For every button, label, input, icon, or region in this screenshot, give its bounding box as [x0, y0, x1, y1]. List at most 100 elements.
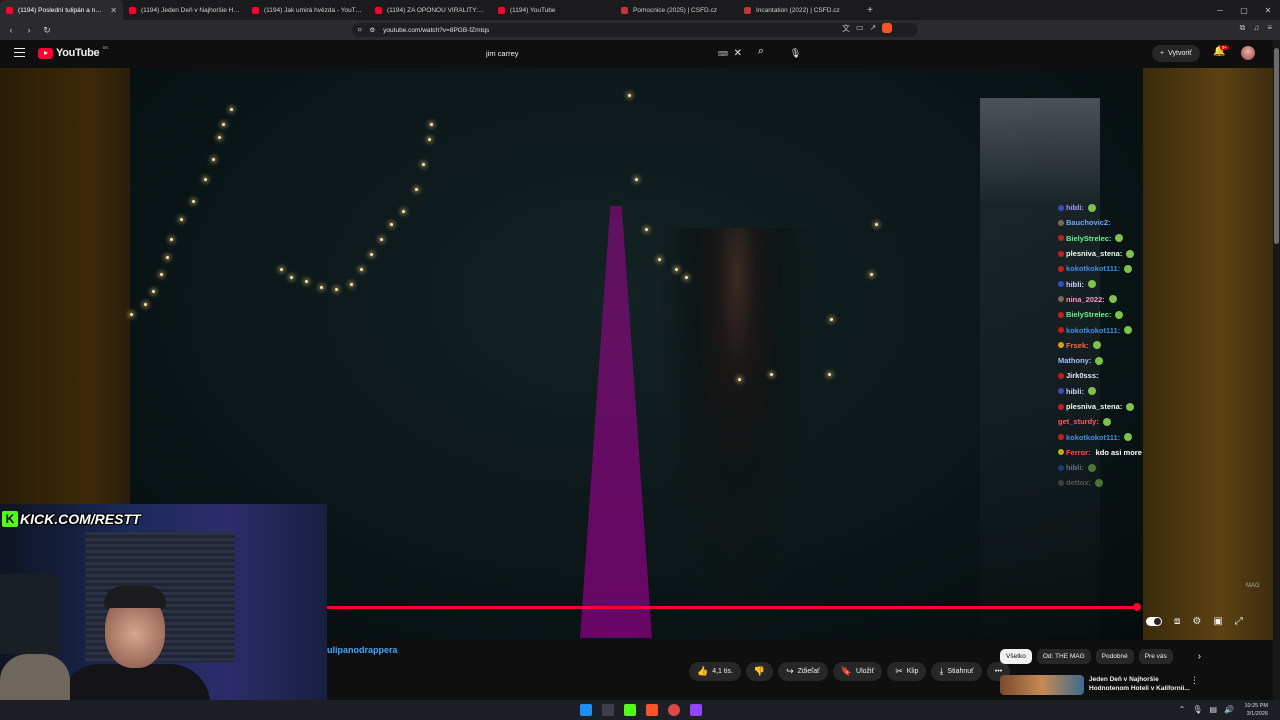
windows-taskbar: ⌃ 🎙 ▤ 🔊 10:25 PM 3/1/2026: [0, 700, 1280, 720]
create-button[interactable]: + Vytvoriť: [1152, 45, 1200, 62]
extensions-icon[interactable]: ⧉: [1240, 23, 1246, 33]
chat-message: dettox:: [1058, 475, 1178, 490]
search-button[interactable]: ⌕: [752, 45, 770, 63]
progress-bar[interactable]: [327, 606, 1139, 609]
address-bar[interactable]: ⌑ ⚙ youtube.com/watch?v=8PGB-fZmtqs: [352, 23, 918, 37]
chat-emote-icon: [1095, 478, 1103, 487]
related-thumbnail[interactable]: [1000, 675, 1084, 695]
kebab-menu-icon[interactable]: ⋮: [1190, 675, 1199, 686]
new-tab-button[interactable]: +: [861, 5, 879, 16]
brave-shields-icon[interactable]: [882, 23, 893, 33]
chat-username: Mathony:: [1058, 356, 1092, 366]
chevron-right-icon[interactable]: ›: [1198, 651, 1201, 662]
browser-tab[interactable]: Pomocnice (2025) | ČSFD.cz: [615, 0, 738, 20]
guide-menu-icon[interactable]: [14, 48, 25, 57]
translate-icon[interactable]: 文: [842, 23, 850, 34]
related-title[interactable]: Jeden Deň v Najhoršie Hodnotenom Hoteli …: [1089, 675, 1199, 697]
browser-tab[interactable]: (1194) YouTube: [492, 0, 615, 20]
menu-icon[interactable]: ≡: [1267, 23, 1272, 33]
close-window-icon[interactable]: ✕: [1256, 6, 1280, 15]
kick-app-icon[interactable]: [624, 704, 636, 716]
fairy-light: [222, 123, 225, 126]
kick-banner: K KICK.COM/RESTT: [2, 510, 141, 528]
close-tab-icon[interactable]: ✕: [110, 6, 117, 15]
url-text: youtube.com/watch?v=8PGB-fZmtqs: [383, 26, 490, 34]
dislike-button[interactable]: 👎: [745, 662, 774, 681]
back-icon[interactable]: ‹: [4, 25, 18, 35]
fairy-light: [170, 238, 173, 241]
fairy-light: [635, 178, 638, 181]
settings-icon[interactable]: ⚙: [1192, 616, 1201, 627]
chrome-icon[interactable]: [668, 704, 680, 716]
voice-search-button[interactable]: 🎙: [787, 45, 804, 62]
subtitles-icon[interactable]: ⧈: [1174, 616, 1180, 627]
chip-related[interactable]: Podobné: [1095, 649, 1134, 664]
media-icon[interactable]: ♫: [1253, 23, 1259, 33]
channel-name[interactable]: ulipanodrappera: [327, 645, 398, 655]
volume-icon[interactable]: 🔊: [1224, 705, 1234, 714]
related-video[interactable]: Jeden Deň v Najhoršie Hodnotenom Hoteli …: [1000, 675, 1205, 697]
save-button[interactable]: 🔖 Uložiť: [832, 662, 883, 681]
brave-browser-icon[interactable]: [646, 704, 658, 716]
share-icon[interactable]: ↗: [870, 23, 877, 34]
system-clock[interactable]: 10:25 PM 3/1/2026: [1244, 702, 1268, 718]
chat-username: Frsek:: [1066, 340, 1089, 350]
chat-badge-icon: [1058, 464, 1064, 471]
mic-tray-icon[interactable]: 🎙: [1192, 705, 1202, 714]
browser-tab[interactable]: Incantation (2022) | ČSFD.cz: [738, 0, 861, 20]
keyboard-icon[interactable]: ⌨: [718, 50, 728, 58]
chat-emote-icon: [1124, 326, 1133, 335]
player-controls: ⧈ ⚙ ▣ ⤢: [1146, 616, 1243, 627]
logo-text: YouTube: [56, 47, 100, 59]
chat-badge-icon: [1058, 479, 1064, 486]
kick-logo-icon: K: [2, 511, 18, 527]
chat-username: kokotkokot111:: [1066, 325, 1121, 335]
save-label: Uložiť: [856, 668, 875, 675]
scrollbar-thumb[interactable]: [1274, 48, 1279, 244]
windows-start-icon[interactable]: [580, 704, 592, 716]
chevron-up-icon[interactable]: ⌃: [1179, 705, 1186, 714]
screenshot-icon[interactable]: ▭: [856, 23, 864, 34]
browser-tab[interactable]: (1194) Poslední tulipán a nešť... ✕: [0, 0, 123, 20]
site-info-icon[interactable]: ⚙: [369, 26, 375, 34]
download-button[interactable]: ⤓ Stiahnuť: [931, 662, 982, 681]
chat-emote-icon: [1095, 356, 1104, 365]
youtube-logo[interactable]: YouTube SK: [38, 45, 108, 59]
twitch-icon[interactable]: [690, 704, 702, 716]
chip-all[interactable]: Všetko: [1000, 649, 1032, 664]
reload-icon[interactable]: ↻: [40, 25, 54, 36]
clear-search-icon[interactable]: ✕: [734, 48, 742, 59]
account-avatar[interactable]: [1241, 46, 1255, 60]
channel-watermark[interactable]: MAG: [1246, 583, 1260, 589]
chat-emote-icon: [1124, 433, 1133, 442]
task-view-icon[interactable]: [602, 704, 614, 716]
youtube-icon: [252, 6, 259, 14]
network-icon[interactable]: ▤: [1209, 705, 1217, 714]
scissors-icon: ✂: [895, 666, 903, 676]
chip-for-you[interactable]: Pre vás: [1138, 649, 1173, 664]
minimize-icon[interactable]: ─: [1208, 6, 1232, 15]
share-button[interactable]: ↪ Zdieľať: [778, 662, 828, 681]
bookmark-icon[interactable]: ⌑: [358, 26, 361, 34]
browser-tab[interactable]: (1194) Jak umirá hvězda - YouTube: [246, 0, 369, 20]
search-input[interactable]: jim carrey ⌨ ✕: [480, 44, 748, 63]
fairy-light: [335, 288, 338, 291]
chat-badge-icon: [1058, 296, 1064, 303]
autoplay-toggle[interactable]: [1146, 617, 1162, 626]
chat-username: Bauchovic2:: [1066, 218, 1111, 228]
like-button[interactable]: 👍 4,1 tis.: [689, 662, 741, 681]
chat-emote-icon: [1124, 264, 1133, 273]
fairy-light: [350, 283, 353, 286]
youtube-icon: [375, 6, 382, 14]
clip-button[interactable]: ✂ Klip: [887, 662, 927, 681]
bookmark-icon: 🔖: [840, 666, 853, 676]
miniplayer-icon[interactable]: ▣: [1213, 616, 1222, 627]
fullscreen-icon[interactable]: ⤢: [1235, 616, 1243, 627]
browser-tab[interactable]: (1194) ZA OPONOU VIRALITY: MEL...: [369, 0, 492, 20]
forward-icon[interactable]: ›: [22, 25, 36, 35]
chip-from-channel[interactable]: Od: THE MAG: [1036, 649, 1091, 664]
maximize-icon[interactable]: ▢: [1232, 6, 1256, 15]
chat-message: nina_2022:: [1058, 292, 1178, 307]
scrubber-handle[interactable]: [1133, 603, 1141, 611]
browser-tab[interactable]: (1194) Jeden Deň v Najhoršie Hodno...: [123, 0, 246, 20]
